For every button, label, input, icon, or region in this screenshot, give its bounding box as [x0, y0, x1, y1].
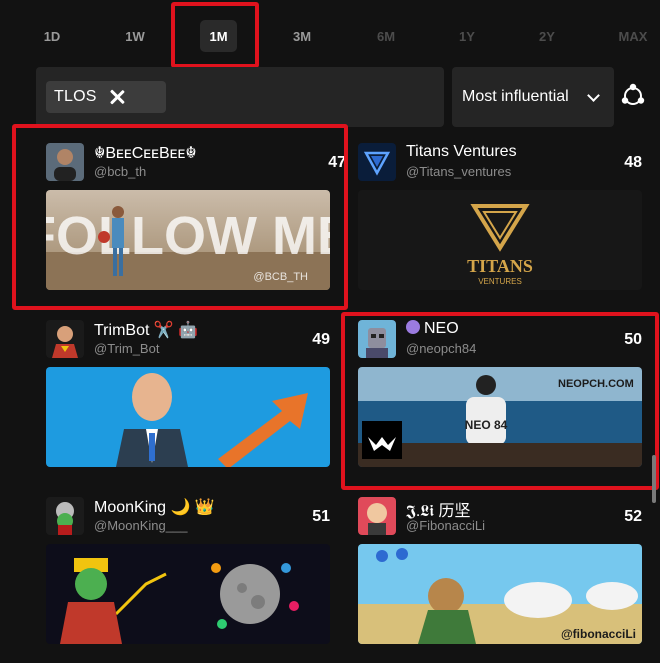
- tab-3m[interactable]: 3M: [286, 26, 318, 48]
- chevron-down-icon: [587, 89, 600, 102]
- influencer-name-text: NEO: [424, 320, 459, 337]
- influencer-rank: 47: [328, 154, 346, 171]
- influencer-handle: @bcb_th: [94, 164, 147, 179]
- tab-1m[interactable]: 1M: [200, 26, 237, 48]
- tab-1d[interactable]: 1D: [38, 26, 66, 48]
- banner-title: FOLLOW ME: [46, 206, 330, 266]
- influencer-rank: 50: [624, 331, 642, 348]
- avatar: [358, 143, 396, 181]
- influencer-name: NEO: [406, 320, 459, 338]
- banner-image: [46, 367, 330, 467]
- influencer-rank: 49: [312, 331, 330, 348]
- avatar: [46, 497, 84, 535]
- banner-image: TITANS VENTURES: [358, 190, 642, 290]
- influencer-handle: @Trim_Bot: [94, 341, 160, 356]
- scrollbar-thumb[interactable]: [652, 455, 656, 503]
- avatar: [358, 497, 396, 535]
- sort-select[interactable]: Most influential: [452, 67, 614, 127]
- banner-title: NEOPCH.COM: [558, 378, 634, 390]
- banner-watermark: @BCB_TH: [253, 271, 308, 283]
- network-icon[interactable]: [620, 83, 646, 109]
- tab-2y[interactable]: 2Y: [532, 26, 562, 48]
- purple-circle-icon: [406, 320, 420, 334]
- tab-6m[interactable]: 6M: [370, 26, 402, 48]
- influencer-rank: 52: [624, 508, 642, 525]
- influencer-handle: @neopch84: [406, 341, 477, 356]
- banner-image: FOLLOW ME @BCB_TH: [46, 190, 330, 290]
- close-icon[interactable]: [109, 89, 125, 105]
- sort-select-value: Most influential: [462, 88, 569, 105]
- influencer-handle: @Titans_ventures: [406, 164, 512, 179]
- tab-1y[interactable]: 1Y: [452, 26, 482, 48]
- influencer-name: ☬BᴇᴇCᴇᴇBᴇᴇ☬: [94, 145, 197, 162]
- banner-image: @fibonacciLi: [358, 544, 642, 644]
- banner-subtitle: VENTURES: [478, 277, 522, 286]
- time-range-tabs: 1D 1W 1M 3M 6M 1Y 2Y MAX: [0, 0, 660, 70]
- filter-chip: TLOS: [46, 81, 166, 113]
- avatar: [46, 143, 84, 181]
- filter-bar[interactable]: TLOS: [36, 67, 444, 127]
- influencer-name: TrimBot ✂️ 🤖: [94, 322, 199, 339]
- influencer-rank: 51: [312, 508, 330, 525]
- tab-max[interactable]: MAX: [614, 26, 652, 48]
- banner-title: TITANS: [467, 256, 533, 276]
- banner-watermark: @fibonacciLi: [561, 627, 636, 641]
- banner-jersey: NEO 84: [465, 418, 508, 432]
- influencer-name: Titans Ventures: [406, 143, 517, 160]
- influencer-rank: 48: [624, 154, 642, 171]
- influencer-handle: @MoonKing___: [94, 518, 188, 533]
- influencer-name: MoonKing 🌙 👑: [94, 499, 215, 516]
- tab-1w[interactable]: 1W: [120, 26, 150, 48]
- banner-image: [46, 544, 330, 644]
- filter-chip-label: TLOS: [54, 88, 97, 105]
- avatar: [358, 320, 396, 358]
- influencer-handle: @FibonacciLi: [406, 518, 485, 533]
- banner-image: NEOPCH.COM NEO 84: [358, 367, 642, 467]
- avatar: [46, 320, 84, 358]
